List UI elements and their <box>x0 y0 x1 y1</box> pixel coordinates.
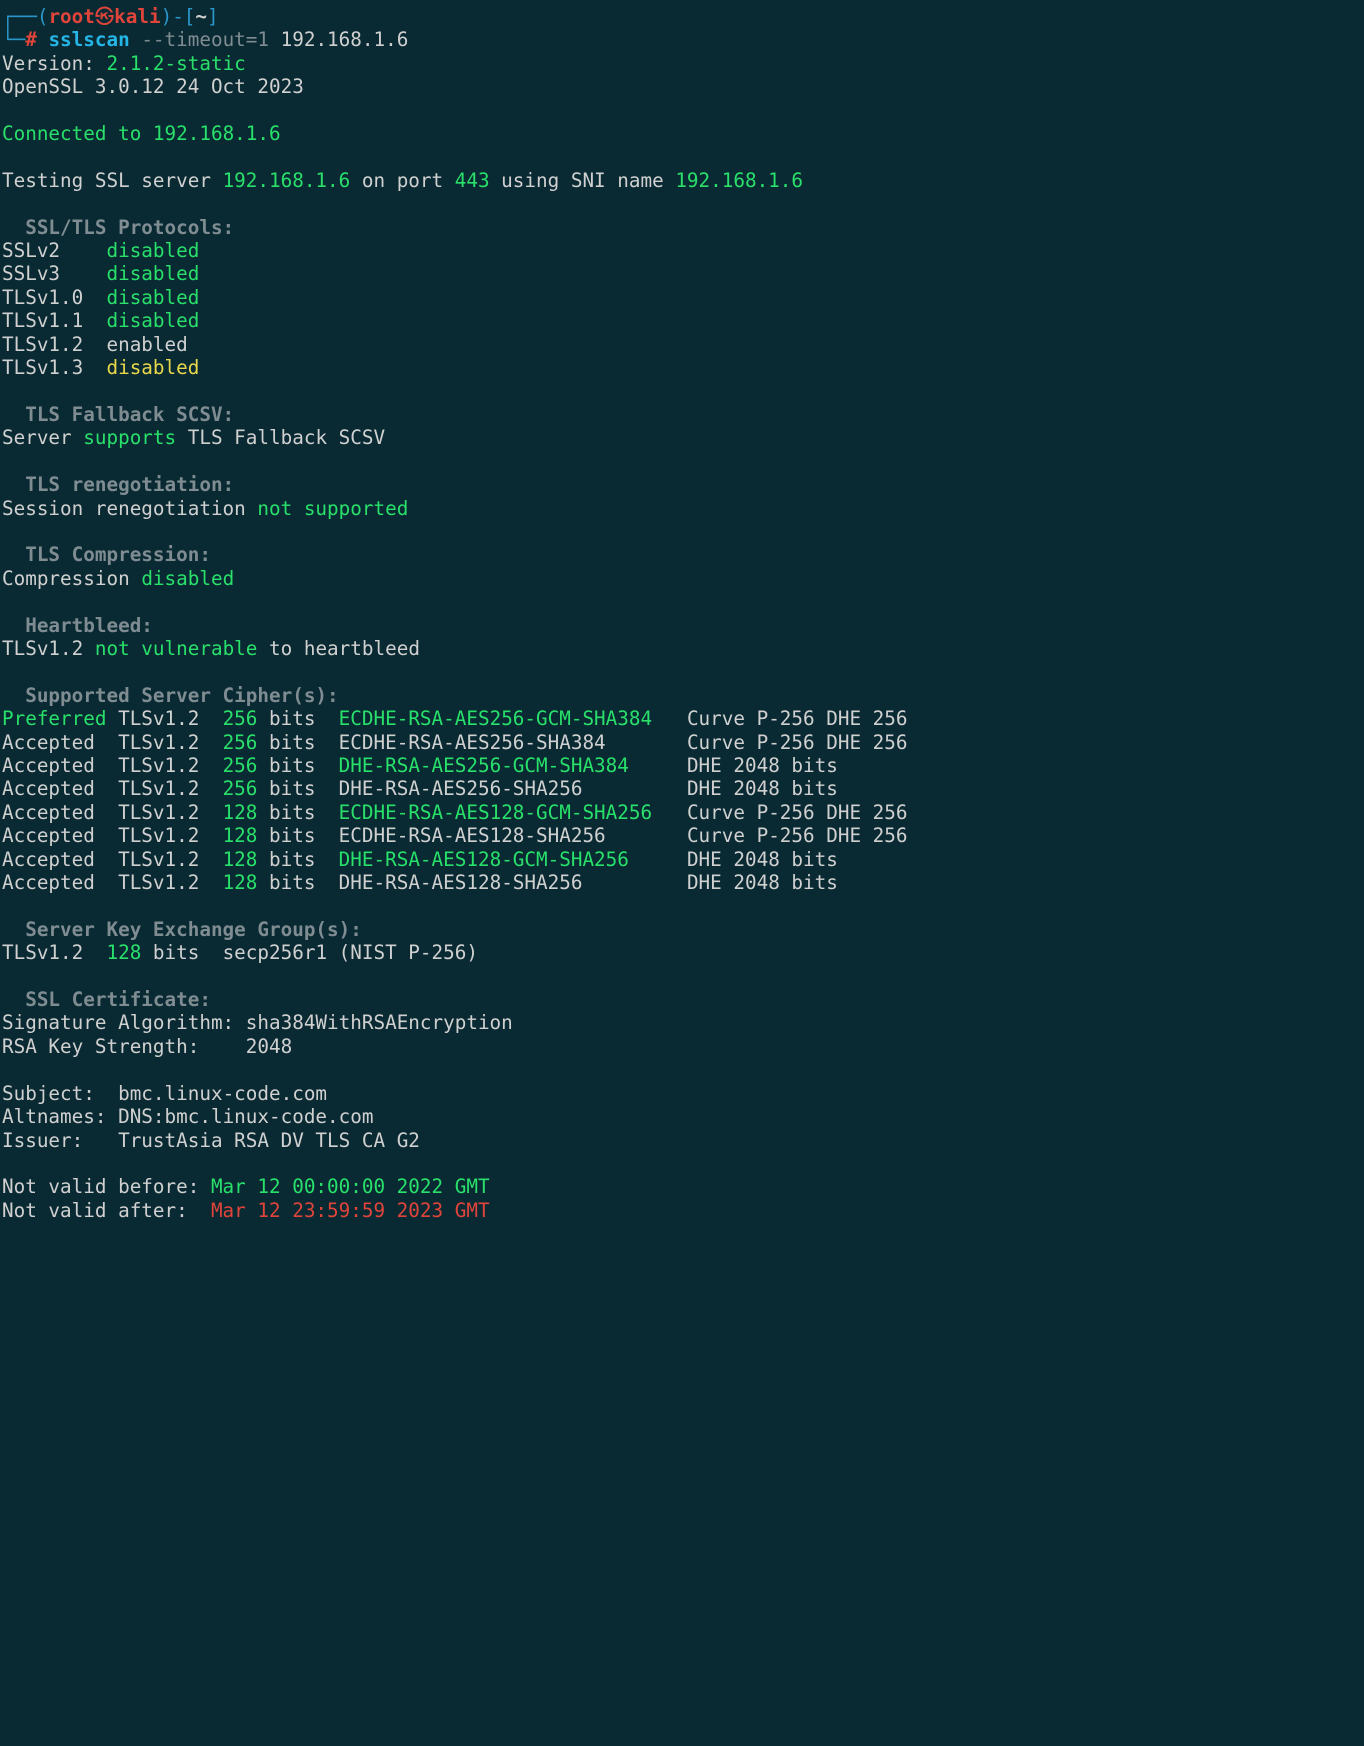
cert-nva-line: Not valid after: Mar 12 23:59:59 2023 GM… <box>2 1199 490 1222</box>
fallback-line: Server supports TLS Fallback SCSV <box>2 426 385 449</box>
fallback-header: TLS Fallback SCSV: <box>2 403 234 426</box>
ciphers-list: Preferred TLSv1.2 256 bits ECDHE-RSA-AES… <box>2 707 908 894</box>
kex-header: Server Key Exchange Group(s): <box>2 918 362 941</box>
cmd-opt: --timeout=1 <box>141 28 269 51</box>
reneg-line: Session renegotiation not supported <box>2 497 408 520</box>
version-label: Version: <box>2 52 95 75</box>
compression-line: Compression disabled <box>2 567 234 590</box>
openssl-line: OpenSSL 3.0.12 24 Oct 2023 <box>2 75 304 98</box>
prompt-at-symbol: ㉿ <box>95 5 114 28</box>
prompt-user: root <box>48 5 94 28</box>
compression-header: TLS Compression: <box>2 543 211 566</box>
connected-line: Connected to 192.168.1.6 <box>2 122 281 145</box>
cmd-target: 192.168.1.6 <box>281 28 409 51</box>
heartbleed-header: Heartbleed: <box>2 614 153 637</box>
version-value: 2.1.2-static <box>106 52 245 75</box>
cert-issuer-line: Issuer: TrustAsia RSA DV TLS CA G2 <box>2 1129 420 1152</box>
reneg-header: TLS renegotiation: <box>2 473 234 496</box>
cert-rsa-line: RSA Key Strength: 2048 <box>2 1035 292 1058</box>
kex-line: TLSv1.2 128 bits secp256r1 (NIST P-256) <box>2 941 478 964</box>
cert-header: SSL Certificate: <box>2 988 211 1011</box>
cmd-tool: sslscan <box>48 28 129 51</box>
testing-line: Testing SSL server 192.168.1.6 on port 4… <box>2 169 803 192</box>
prompt-hash: # <box>25 28 37 51</box>
prompt-command-line[interactable]: └─# sslscan --timeout=1 192.168.1.6 <box>2 28 408 51</box>
cert-subject-line: Subject: bmc.linux-code.com <box>2 1082 327 1105</box>
prompt-host: kali <box>114 5 160 28</box>
protocols-list: SSLv2 disabled SSLv3 disabled TLSv1.0 di… <box>2 239 199 379</box>
heartbleed-line: TLSv1.2 not vulnerable to heartbleed <box>2 637 420 660</box>
terminal-output: ┌──(root㉿kali)-[~] └─# sslscan --timeout… <box>0 0 1364 1232</box>
ciphers-header: Supported Server Cipher(s): <box>2 684 339 707</box>
cert-nvb-line: Not valid before: Mar 12 00:00:00 2022 G… <box>2 1175 490 1198</box>
cert-altnames-line: Altnames: DNS:bmc.linux-code.com <box>2 1105 373 1128</box>
cert-sig-line: Signature Algorithm: sha384WithRSAEncryp… <box>2 1011 513 1034</box>
prompt-top-line: ┌──(root㉿kali)-[~] <box>2 5 219 28</box>
protocols-header: SSL/TLS Protocols: <box>2 216 234 239</box>
prompt-dir: ~ <box>195 5 207 28</box>
